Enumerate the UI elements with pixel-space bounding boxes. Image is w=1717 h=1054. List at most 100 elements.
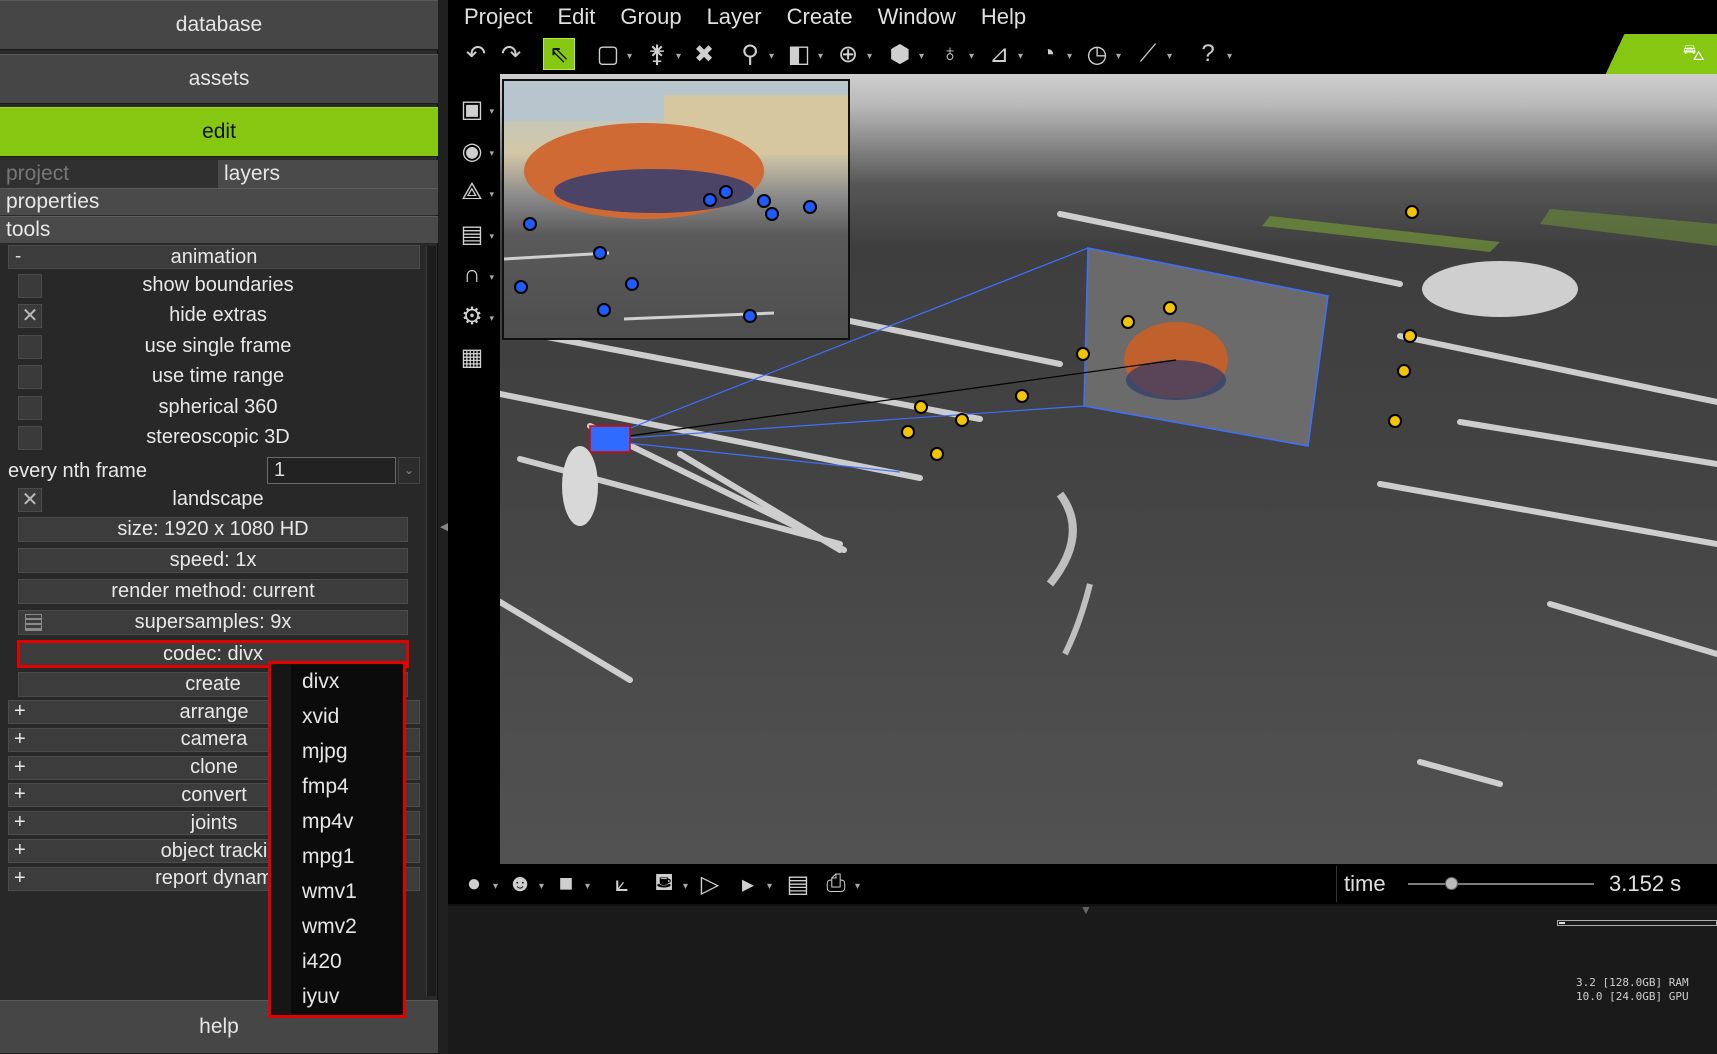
- sheet-icon[interactable]: ▤: [782, 868, 814, 900]
- nav-edit-button[interactable]: edit: [0, 107, 438, 157]
- codec-option[interactable]: wmv2: [271, 909, 403, 944]
- option-checkbox[interactable]: [18, 426, 42, 450]
- nav-assets-button[interactable]: assets: [0, 54, 438, 104]
- undo-icon[interactable]: ↶: [460, 38, 492, 70]
- box-icon[interactable]: ⬢ ▾: [884, 38, 924, 70]
- printer-icon[interactable]: ⎙ ▾: [820, 868, 860, 900]
- render-method-button[interactable]: render method: current: [18, 579, 408, 604]
- light-bulb-icon[interactable]: ♁ ▾: [934, 38, 974, 70]
- select-arrow-icon[interactable]: ⇖: [543, 38, 575, 70]
- menu-item[interactable]: Group: [620, 4, 681, 30]
- tab-project[interactable]: project: [0, 160, 218, 188]
- chevron-down-icon[interactable]: ▼: [1076, 903, 1096, 917]
- option-row[interactable]: show boundaries: [18, 272, 418, 299]
- axis-icon[interactable]: ⟁ ▾: [454, 175, 494, 209]
- option-checkbox[interactable]: ✕: [18, 304, 42, 328]
- section-properties[interactable]: properties: [0, 188, 438, 215]
- time-slider-handle[interactable]: [1444, 877, 1458, 890]
- codec-option[interactable]: mpg1: [271, 839, 403, 874]
- nav-database-button[interactable]: database: [0, 0, 438, 50]
- help-icon[interactable]: ? ▾: [1192, 38, 1232, 70]
- camera-inset-view[interactable]: [502, 79, 850, 340]
- codec-option[interactable]: iyuv: [271, 979, 403, 1014]
- codec-option[interactable]: mp4v: [271, 804, 403, 839]
- codec-dropdown-menu[interactable]: divx xvid mjpg fmp4 mp4v mpg1 wmv1 wmv2 i420 iyuv: [268, 661, 406, 1018]
- zoom-icon[interactable]: ⚲ ▾: [734, 38, 774, 70]
- option-label: show boundaries: [142, 274, 294, 296]
- option-row[interactable]: stereoscopic 3D: [18, 424, 418, 451]
- option-row[interactable]: use single frame: [18, 333, 418, 360]
- box-select-icon[interactable]: ▢ ▾: [592, 38, 632, 70]
- landscape-checkbox[interactable]: ✕: [18, 488, 42, 512]
- wand-icon[interactable]: ⟋ ▾: [1132, 38, 1172, 70]
- timeline-panel[interactable]: [448, 904, 1717, 1054]
- time-value: 3.152 s: [1609, 871, 1682, 896]
- teapot-icon[interactable]: ⛾ ▾: [648, 868, 688, 900]
- codec-option[interactable]: i420: [271, 944, 403, 979]
- square-icon[interactable]: ■ ▾: [550, 868, 590, 900]
- film-icon[interactable]: ▤ ▾: [454, 217, 494, 251]
- chevron-down-icon[interactable]: ⌄: [398, 457, 420, 484]
- expand-toggle[interactable]: +: [14, 839, 26, 862]
- landscape-row[interactable]: ✕ landscape: [18, 486, 418, 513]
- expand-toggle[interactable]: +: [14, 783, 26, 806]
- grid-icon[interactable]: ▦: [454, 340, 490, 374]
- speed-button[interactable]: speed: 1x: [18, 548, 408, 573]
- size-button[interactable]: size: 1920 x 1080 HD: [18, 517, 408, 542]
- option-row[interactable]: use time range: [18, 363, 418, 390]
- codec-option[interactable]: xvid: [271, 699, 403, 734]
- codec-option[interactable]: divx: [271, 664, 403, 699]
- gear-icon[interactable]: ⚙ ▾: [454, 299, 494, 333]
- tools-scrollbar[interactable]: [426, 246, 436, 996]
- pin-icon[interactable]: ⚵ ▾: [641, 38, 681, 70]
- expand-toggle[interactable]: +: [14, 728, 26, 751]
- expand-toggle[interactable]: +: [14, 756, 26, 779]
- magnet-icon[interactable]: ∩ ▾: [454, 258, 494, 292]
- tab-layers[interactable]: layers: [218, 160, 438, 188]
- sequence-icon[interactable]: ▸ ▾: [732, 868, 772, 900]
- expand-toggle[interactable]: +: [14, 867, 26, 890]
- option-checkbox[interactable]: [18, 396, 42, 420]
- supersamples-button[interactable]: supersamples: 9x: [18, 610, 408, 635]
- nth-frame-input[interactable]: [267, 457, 396, 484]
- option-checkbox[interactable]: [18, 335, 42, 359]
- option-row[interactable]: spherical 360: [18, 394, 418, 421]
- timeline-scrollbar-thumb[interactable]: [1559, 922, 1565, 924]
- cube-icon[interactable]: ◧ ▾: [783, 38, 823, 70]
- codec-option[interactable]: wmv1: [271, 874, 403, 909]
- time-slider-track[interactable]: [1408, 883, 1594, 885]
- crash-dummy: [562, 446, 598, 526]
- menu-item[interactable]: Create: [787, 4, 853, 30]
- stopwatch-icon[interactable]: ◷ ▾: [1081, 38, 1121, 70]
- target-icon[interactable]: ◉ ▾: [454, 134, 494, 168]
- head-icon[interactable]: ☻ ▾: [504, 868, 544, 900]
- option-checkbox[interactable]: [18, 365, 42, 389]
- gauge-icon[interactable]: ◔ ▾: [1032, 38, 1072, 70]
- menu-item[interactable]: Window: [878, 4, 956, 30]
- supersamples-label: supersamples: 9x: [134, 611, 292, 633]
- codec-option[interactable]: fmp4: [271, 769, 403, 804]
- menu-item[interactable]: Edit: [557, 4, 595, 30]
- timeline-scrollbar[interactable]: [1557, 920, 1717, 926]
- move-icon[interactable]: ⊕ ▾: [832, 38, 872, 70]
- measure-icon[interactable]: ⊿ ▾: [983, 38, 1023, 70]
- menu-item[interactable]: Layer: [707, 4, 762, 30]
- menu-item[interactable]: Help: [981, 4, 1026, 30]
- collapse-toggle[interactable]: -: [15, 246, 21, 268]
- camera-icon[interactable]: ▣ ▾: [454, 92, 494, 126]
- play-icon[interactable]: ▷: [694, 868, 726, 900]
- sphere-icon[interactable]: ● ▾: [458, 868, 498, 900]
- graph-icon[interactable]: ⟀: [606, 868, 638, 900]
- codec-options: divx xvid mjpg fmp4 mp4v mpg1 wmv1 wmv2 i420 iyuv: [271, 664, 403, 1014]
- group-animation-header[interactable]: - animation: [8, 245, 420, 269]
- option-row[interactable]: ✕ hide extras: [18, 302, 418, 329]
- delete-x-icon[interactable]: ✖: [688, 38, 720, 70]
- chevron-left-icon[interactable]: ◀: [440, 520, 448, 536]
- option-checkbox[interactable]: [18, 274, 42, 298]
- redo-icon[interactable]: ↷: [495, 38, 527, 70]
- menu-item[interactable]: Project: [464, 4, 532, 30]
- expand-toggle[interactable]: +: [14, 811, 26, 834]
- expand-toggle[interactable]: +: [14, 700, 26, 723]
- codec-option[interactable]: mjpg: [271, 734, 403, 769]
- section-tools[interactable]: tools: [0, 216, 438, 243]
